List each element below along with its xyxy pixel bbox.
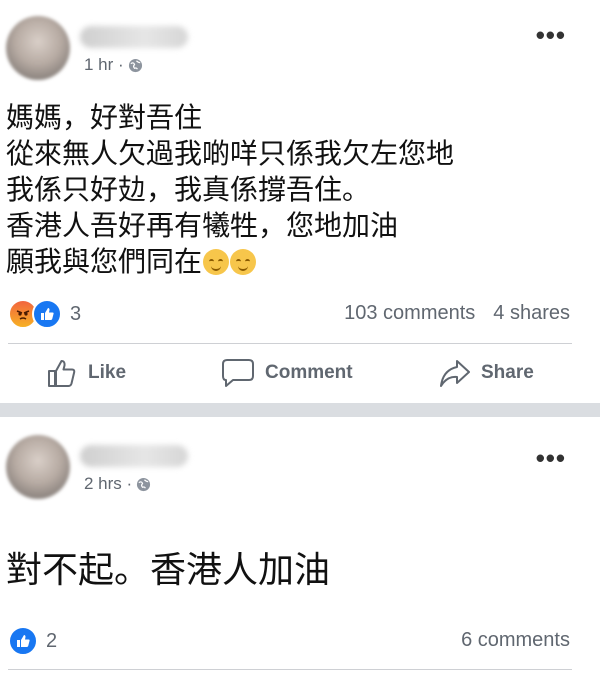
post-time[interactable]: 2 hrs · <box>84 474 132 494</box>
comment-button[interactable]: Comment <box>221 357 353 389</box>
thumbs-up-icon <box>48 360 76 387</box>
divider <box>8 343 572 344</box>
post-stats: 103 comments 4 shares <box>344 302 570 325</box>
post-line: 香港人吾好再有犧牲，您地加油 <box>6 209 399 242</box>
post-line: 願我與您們同在 <box>6 245 203 278</box>
author-name[interactable] <box>80 26 188 48</box>
comments-count-link[interactable]: 6 comments <box>461 629 570 652</box>
like-icon <box>8 626 38 656</box>
feed-separator <box>0 403 600 417</box>
comments-count-link[interactable]: 103 comments <box>344 302 475 325</box>
like-button[interactable]: Like <box>46 357 126 389</box>
post-line: 對不起。香港人加油 <box>6 550 331 591</box>
shares-count-link[interactable]: 4 shares <box>493 302 570 325</box>
smiling-face-emoji-icon <box>230 249 257 275</box>
post-card: 1 hr · ••• 媽媽，好對吾住 從來無人欠過我啲咩只係我欠左您地 我係只好… <box>0 0 600 403</box>
post-time[interactable]: 1 hr · <box>84 55 124 75</box>
more-options-icon[interactable]: ••• <box>536 445 566 471</box>
post-card: 2 hrs · ••• 對不起。香港人加油 2 6 comments <box>0 417 600 681</box>
reaction-summary[interactable]: 2 <box>8 626 57 656</box>
share-button[interactable]: Share <box>439 358 534 388</box>
post-meta: 1 hr · <box>84 55 143 75</box>
relieved-face-emoji-icon <box>203 249 230 275</box>
avatar[interactable] <box>6 16 70 80</box>
like-icon <box>32 299 62 329</box>
globe-icon <box>137 477 151 491</box>
post-stats: 6 comments <box>461 629 570 652</box>
post-body: 媽媽，好對吾住 從來無人欠過我啲咩只係我欠左您地 我係只好攰，我真係撐吾住。 香… <box>6 100 454 280</box>
author-name[interactable] <box>80 445 188 467</box>
post-body: 對不起。香港人加油 <box>6 549 330 593</box>
reaction-count: 2 <box>46 629 58 652</box>
post-meta: 2 hrs · <box>84 474 151 494</box>
share-arrow-icon <box>440 360 470 387</box>
more-options-icon[interactable]: ••• <box>536 22 566 48</box>
share-button-label: Share <box>481 362 534 383</box>
avatar[interactable] <box>6 435 70 499</box>
post-line-with-emoji: 願我與您們同在 <box>6 244 454 280</box>
post-line: 從來無人欠過我啲咩只係我欠左您地 <box>6 137 455 170</box>
post-line: 媽媽，好對吾住 <box>6 101 203 134</box>
divider <box>8 669 572 670</box>
reaction-summary[interactable]: 3 <box>8 299 81 329</box>
globe-icon <box>128 58 142 72</box>
comment-button-label: Comment <box>265 362 353 383</box>
like-button-label: Like <box>88 362 127 383</box>
post-line: 我係只好攰，我真係撐吾住。 <box>6 173 371 206</box>
reaction-count: 3 <box>70 302 82 325</box>
comment-bubble-icon <box>222 359 254 387</box>
